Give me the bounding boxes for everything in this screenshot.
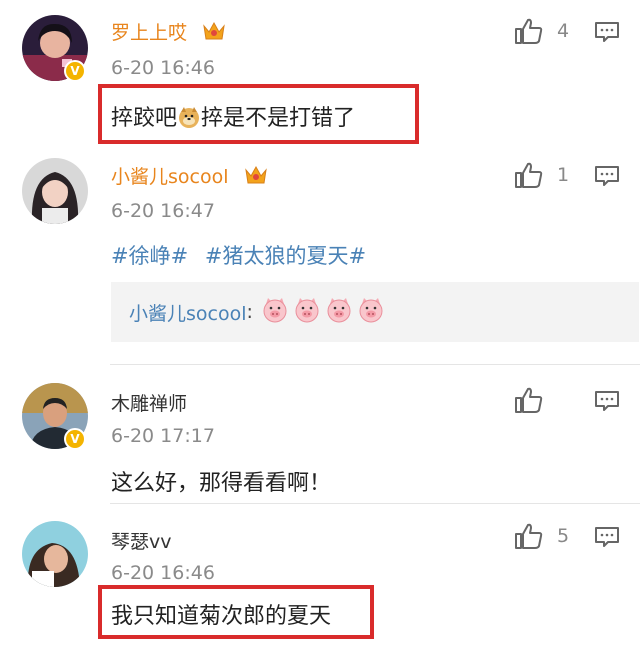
- username[interactable]: 琴瑟vv: [111, 527, 172, 554]
- thumbs-up-icon[interactable]: [514, 522, 544, 550]
- like-count: 5: [557, 525, 570, 547]
- username-text[interactable]: 琴瑟vv: [111, 531, 172, 553]
- avatar[interactable]: [22, 521, 88, 587]
- comment-item: 琴瑟vv 6-20 16:46 我只知道菊次郎的夏天 5: [0, 0, 640, 645]
- comment-icon[interactable]: [594, 526, 620, 548]
- timestamp: 6-20 16:46: [111, 562, 215, 584]
- comment-text: 我只知道菊次郎的夏天: [111, 604, 332, 629]
